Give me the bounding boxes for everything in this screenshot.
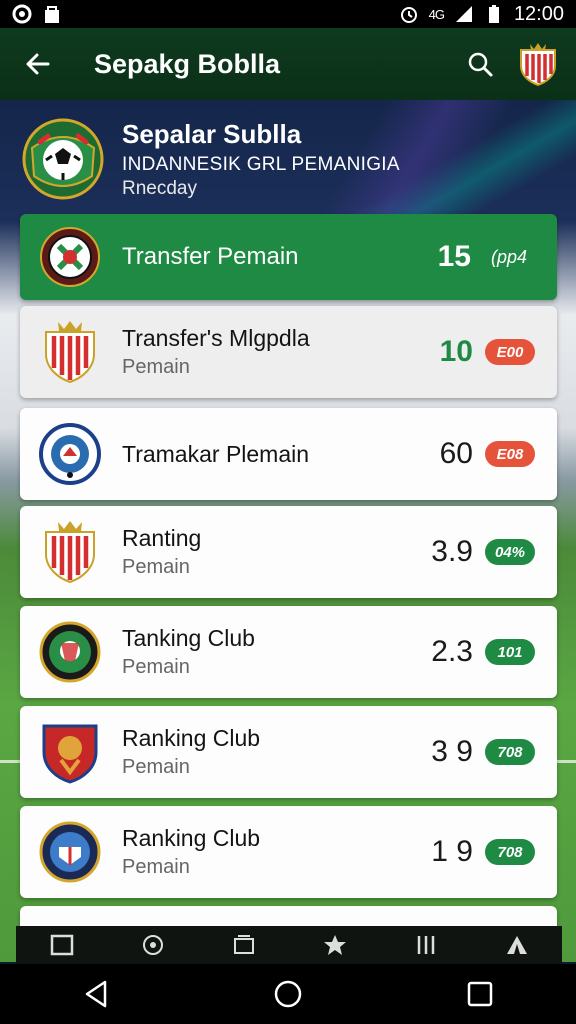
tent-tab-icon[interactable] [497,930,537,960]
item-titles: Transfer's Mlgpdla Pemain [122,325,440,379]
item-title: Transfer Pemain [122,243,299,270]
list-item-ranking-club-2[interactable]: Ranking Club Pemain 1 9 708 [20,806,557,898]
league-text: Sepalar Sublla INDANNESIK GRL PEMANIGIA … [122,119,400,200]
item-title: Tramakar Plemain [122,440,310,467]
item-badge: E00 [485,339,535,365]
star-tab-icon[interactable] [315,930,355,960]
item-subtitle: Pemain [122,356,190,378]
item-titles: Tramakar Plemain [122,441,440,468]
item-value: 15 [437,240,471,273]
item-titles: Tanking Club Pemain [122,625,431,679]
item-title: Ranting [122,525,202,551]
league-subtitle-secondary: Rnecday [122,177,197,199]
green-round-emblem-icon [38,619,102,685]
item-subtitle: Pemain [122,556,190,578]
status-left [12,4,62,24]
list-item-tanking-club[interactable]: Tanking Club Pemain 2.3 101 [20,606,557,698]
battery-icon [484,4,504,24]
item-value: 1 9 [431,835,473,868]
settings-gear-icon [12,4,32,24]
list-item-tramakar[interactable]: Tramakar Plemain 60 E08 [20,408,557,500]
item-title: Ranking Club [122,825,261,851]
status-right: 4G 12:00 [399,3,564,26]
back-triangle-icon[interactable] [71,969,121,1019]
signal-icon [454,4,474,24]
status-time: 12:00 [513,2,564,25]
item-subtitle: Pemain [122,756,190,778]
round-club-emblem-icon [38,421,102,487]
columns-tab-icon[interactable] [406,930,446,960]
square-tab-icon[interactable] [42,930,82,960]
item-subtitle: Pemain [122,656,190,678]
item-badge: 708 [485,839,535,865]
item-subtitle: Pemain [122,856,190,878]
item-title: Transfer's Mlgpdla [122,325,310,351]
item-badge: 101 [485,639,535,665]
item-badge: (pp4 [490,246,527,267]
item-badge: 04% [485,539,535,565]
page-title: Sepakg Boblla [94,48,281,79]
bottom-tab-bar [16,926,562,964]
list-item-transfer-pemain[interactable]: Transfer Pemain 15 (pp4 [20,214,557,300]
league-name: Sepalar Sublla [122,118,302,149]
alarm-icon [399,4,419,24]
item-value: 2.3 [431,635,473,668]
item-titles: Ranting Pemain [122,525,431,579]
striped-shield-icon [38,319,102,385]
item-titles: Ranking Club Pemain [122,825,431,879]
system-nav-bar [0,964,576,1024]
item-value: 3.9 [431,535,473,568]
league-header: Sepalar Sublla INDANNESIK GRL PEMANIGIA … [22,114,562,204]
list-item-ranking-club-1[interactable]: Ranking Club Pemain 3 9 708 [20,706,557,798]
blue-round-emblem-icon [38,819,102,885]
item-value: 60 [439,437,473,470]
network-label: 4G [428,6,445,22]
item-value: 10 [439,335,473,368]
arrow-left-icon[interactable] [18,44,58,84]
red-shield-icon [38,719,102,785]
item-badge: 708 [485,739,535,765]
search-icon[interactable] [460,44,500,84]
league-ball-logo-icon [22,118,104,200]
ball-tab-icon[interactable] [133,930,173,960]
shopping-bag-icon [42,4,62,24]
striped-shield-icon [38,519,102,585]
club-crest-icon[interactable] [518,42,558,87]
league-subtitle: INDANNESIK GRL PEMANIGIA [122,153,400,175]
item-title: Tanking Club [122,625,255,651]
item-titles: Ranking Club Pemain [122,725,431,779]
home-circle-icon[interactable] [263,969,313,1019]
card-tab-icon[interactable] [224,930,264,960]
item-titles: Transfer Pemain [122,243,438,271]
status-bar: 4G 12:00 [0,0,576,28]
item-value: 3 9 [431,735,473,768]
item-title: Ranking Club [122,725,261,751]
club-crest-icon [38,224,102,290]
recents-square-icon[interactable] [455,969,505,1019]
app-bar: Sepakg Boblla [0,28,576,100]
list-item-ranting[interactable]: Ranting Pemain 3.9 04% [20,506,557,598]
list-item-transfers[interactable]: Transfer's Mlgpdla Pemain 10 E00 [20,306,557,398]
item-badge: E08 [485,441,535,467]
